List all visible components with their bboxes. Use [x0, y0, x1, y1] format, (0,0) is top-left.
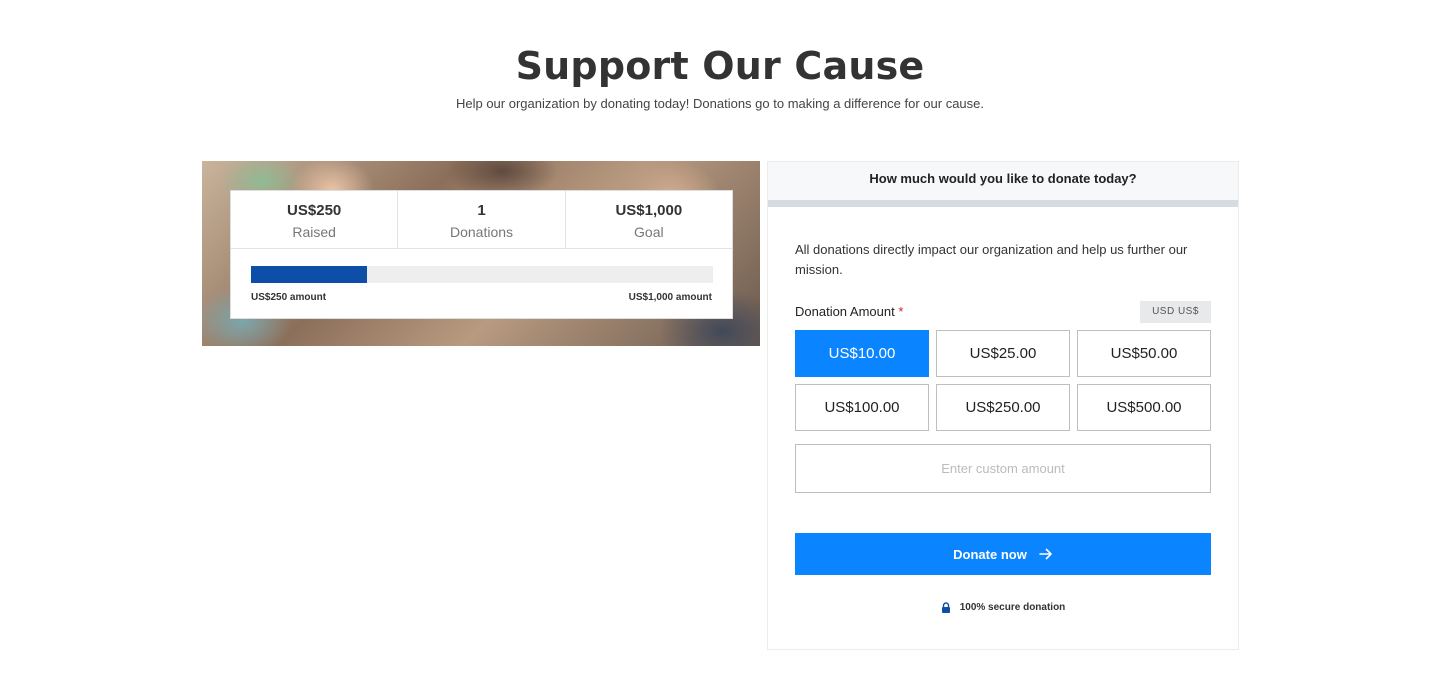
amount-option-button[interactable]: US$500.00	[1077, 384, 1211, 431]
donation-form: How much would you like to donate today?…	[767, 161, 1239, 650]
stat-value: US$250	[287, 202, 342, 219]
stat-donations: 1 Donations	[398, 191, 566, 248]
stats-row: US$250 Raised 1 Donations US$1,000 Goal	[231, 191, 732, 249]
progress-raised-label: US$250 amount	[251, 292, 327, 303]
amount-option-button[interactable]: US$100.00	[795, 384, 929, 431]
donation-amount-label: Donation Amount *	[795, 304, 903, 319]
donate-now-label: Donate now	[953, 546, 1027, 562]
stat-label: Donations	[449, 224, 514, 240]
progress-bar	[251, 266, 713, 283]
progress-fill	[251, 266, 367, 283]
arrow-right-icon	[1039, 548, 1053, 560]
stats-card: US$250 Raised 1 Donations US$1,000 Goal …	[230, 190, 733, 319]
campaign-image: US$250 Raised 1 Donations US$1,000 Goal …	[202, 161, 760, 346]
page: Support Our Cause Help our organization …	[0, 0, 1440, 684]
currency-selector[interactable]: USD US$	[1140, 301, 1211, 323]
page-title: Support Our Cause	[515, 44, 925, 88]
lock-icon	[941, 602, 951, 613]
donate-now-button[interactable]: Donate now	[795, 533, 1211, 575]
page-subtitle: Help our organization by donating today!…	[455, 96, 985, 111]
form-heading: How much would you like to donate today?	[768, 162, 1238, 200]
amount-option-button[interactable]: US$250.00	[936, 384, 1070, 431]
amount-options: US$10.00 US$25.00 US$50.00 US$100.00 US$…	[795, 330, 1211, 431]
amount-option-button[interactable]: US$10.00	[795, 330, 929, 377]
stat-label: Goal	[634, 224, 664, 240]
amount-option-button[interactable]: US$25.00	[936, 330, 1070, 377]
stat-raised: US$250 Raised	[231, 191, 399, 248]
required-mark: *	[898, 304, 904, 319]
form-heading-divider	[768, 200, 1238, 207]
progress-goal-label: US$1,000 amount	[628, 292, 712, 303]
stat-value: 1	[477, 202, 486, 219]
custom-amount-input[interactable]	[795, 444, 1211, 493]
secure-donation-note: 100% secure donation	[768, 602, 1238, 613]
stat-value: US$1,000	[615, 202, 683, 219]
secure-donation-text: 100% secure donation	[959, 602, 1066, 613]
amount-option-button[interactable]: US$50.00	[1077, 330, 1211, 377]
form-description: All donations directly impact our organi…	[795, 242, 1188, 277]
stat-label: Raised	[292, 224, 336, 240]
stat-goal: US$1,000 Goal	[566, 191, 732, 248]
donation-amount-label-text: Donation Amount	[795, 304, 895, 319]
